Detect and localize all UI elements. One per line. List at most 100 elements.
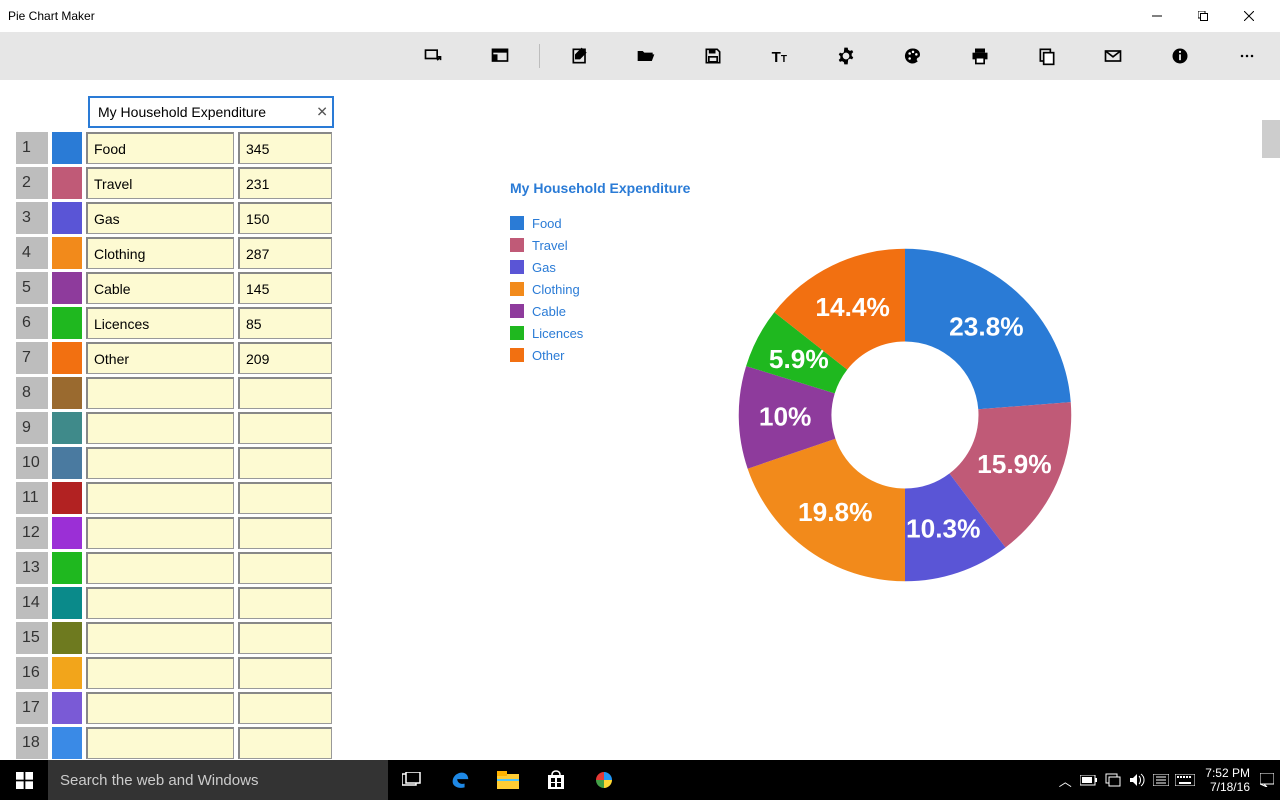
category-value-input[interactable]: 345 <box>238 132 332 164</box>
color-swatch[interactable] <box>52 342 82 374</box>
input-icon[interactable] <box>1149 760 1173 800</box>
color-swatch[interactable] <box>52 482 82 514</box>
color-swatch[interactable] <box>52 132 82 164</box>
edge-icon[interactable] <box>436 760 484 800</box>
category-name-input[interactable] <box>86 517 234 549</box>
info-icon[interactable] <box>1147 32 1214 80</box>
color-swatch[interactable] <box>52 307 82 339</box>
battery-icon[interactable] <box>1077 760 1101 800</box>
keyboard-icon[interactable] <box>1173 760 1197 800</box>
clear-title-icon[interactable]: ✕ <box>316 104 328 121</box>
action-center-icon[interactable] <box>1258 760 1276 800</box>
category-value-input[interactable]: 231 <box>238 167 332 199</box>
task-view-icon[interactable] <box>388 760 436 800</box>
row-index: 14 <box>16 587 48 619</box>
maximize-button[interactable] <box>1180 0 1226 32</box>
scrollbar-thumb[interactable] <box>1262 120 1280 158</box>
volume-icon[interactable] <box>1125 760 1149 800</box>
category-name-input[interactable] <box>86 482 234 514</box>
category-name-input[interactable] <box>86 657 234 689</box>
copy-icon[interactable] <box>1013 32 1080 80</box>
edit-icon[interactable] <box>546 32 613 80</box>
category-value-input[interactable]: 287 <box>238 237 332 269</box>
category-value-input[interactable] <box>238 552 332 584</box>
window-titlebar: Pie Chart Maker <box>0 0 1280 32</box>
file-explorer-icon[interactable] <box>484 760 532 800</box>
category-name-input[interactable] <box>86 692 234 724</box>
color-swatch[interactable] <box>52 412 82 444</box>
category-name-input[interactable] <box>86 622 234 654</box>
close-button[interactable] <box>1226 0 1272 32</box>
start-button[interactable] <box>0 760 48 800</box>
text-icon[interactable]: TT <box>746 32 813 80</box>
save-icon[interactable] <box>680 32 747 80</box>
data-row: 3Gas150 <box>16 202 336 234</box>
category-name-input[interactable] <box>86 447 234 479</box>
category-name-input[interactable] <box>86 587 234 619</box>
color-swatch[interactable] <box>52 237 82 269</box>
color-swatch[interactable] <box>52 517 82 549</box>
category-value-input[interactable] <box>238 377 332 409</box>
network-icon[interactable] <box>1101 760 1125 800</box>
category-value-input[interactable]: 150 <box>238 202 332 234</box>
color-swatch[interactable] <box>52 202 82 234</box>
tray-chevron-icon[interactable]: ︿ <box>1053 760 1077 800</box>
color-swatch[interactable] <box>52 377 82 409</box>
taskbar-clock[interactable]: 7:52 PM 7/18/16 <box>1197 766 1258 794</box>
category-name-input[interactable] <box>86 552 234 584</box>
new-icon[interactable] <box>400 32 467 80</box>
category-value-input[interactable]: 145 <box>238 272 332 304</box>
toolbar-separator <box>539 44 540 68</box>
taskbar-search[interactable]: Search the web and Windows <box>48 760 388 800</box>
color-swatch[interactable] <box>52 447 82 479</box>
row-index: 18 <box>16 727 48 759</box>
data-row: 17 <box>16 692 336 724</box>
category-value-input[interactable] <box>238 482 332 514</box>
print-icon[interactable] <box>946 32 1013 80</box>
color-swatch[interactable] <box>52 272 82 304</box>
taskbar-time: 7:52 PM <box>1205 766 1250 780</box>
category-name-input[interactable] <box>86 412 234 444</box>
category-value-input[interactable] <box>238 727 332 759</box>
chart-title-input[interactable] <box>88 96 334 128</box>
category-name-input[interactable] <box>86 377 234 409</box>
category-name-input[interactable]: Gas <box>86 202 234 234</box>
category-value-input[interactable]: 209 <box>238 342 332 374</box>
category-value-input[interactable] <box>238 657 332 689</box>
category-name-input[interactable]: Food <box>86 132 234 164</box>
slice-label: 10.3% <box>906 513 980 543</box>
color-swatch[interactable] <box>52 622 82 654</box>
category-value-input[interactable] <box>238 517 332 549</box>
row-index: 4 <box>16 237 48 269</box>
mail-icon[interactable] <box>1080 32 1147 80</box>
chart-area: My Household Expenditure FoodTravelGasCl… <box>340 80 1280 770</box>
category-value-input[interactable] <box>238 692 332 724</box>
category-value-input[interactable] <box>238 447 332 479</box>
legend-label: Gas <box>532 260 556 275</box>
category-name-input[interactable]: Travel <box>86 167 234 199</box>
category-value-input[interactable] <box>238 587 332 619</box>
store-icon[interactable] <box>532 760 580 800</box>
layout-icon[interactable] <box>467 32 534 80</box>
category-name-input[interactable]: Other <box>86 342 234 374</box>
folder-open-icon[interactable] <box>613 32 680 80</box>
color-swatch[interactable] <box>52 692 82 724</box>
color-swatch[interactable] <box>52 587 82 619</box>
category-value-input[interactable] <box>238 412 332 444</box>
category-name-input[interactable]: Licences <box>86 307 234 339</box>
color-swatch[interactable] <box>52 727 82 759</box>
gear-icon[interactable] <box>813 32 880 80</box>
category-name-input[interactable]: Clothing <box>86 237 234 269</box>
more-icon[interactable] <box>1213 32 1280 80</box>
color-swatch[interactable] <box>52 167 82 199</box>
color-swatch[interactable] <box>52 552 82 584</box>
minimize-button[interactable] <box>1134 0 1180 32</box>
category-name-input[interactable]: Cable <box>86 272 234 304</box>
app-icon[interactable] <box>580 760 628 800</box>
legend-swatch <box>510 260 524 274</box>
color-swatch[interactable] <box>52 657 82 689</box>
category-name-input[interactable] <box>86 727 234 759</box>
category-value-input[interactable]: 85 <box>238 307 332 339</box>
palette-icon[interactable] <box>880 32 947 80</box>
category-value-input[interactable] <box>238 622 332 654</box>
